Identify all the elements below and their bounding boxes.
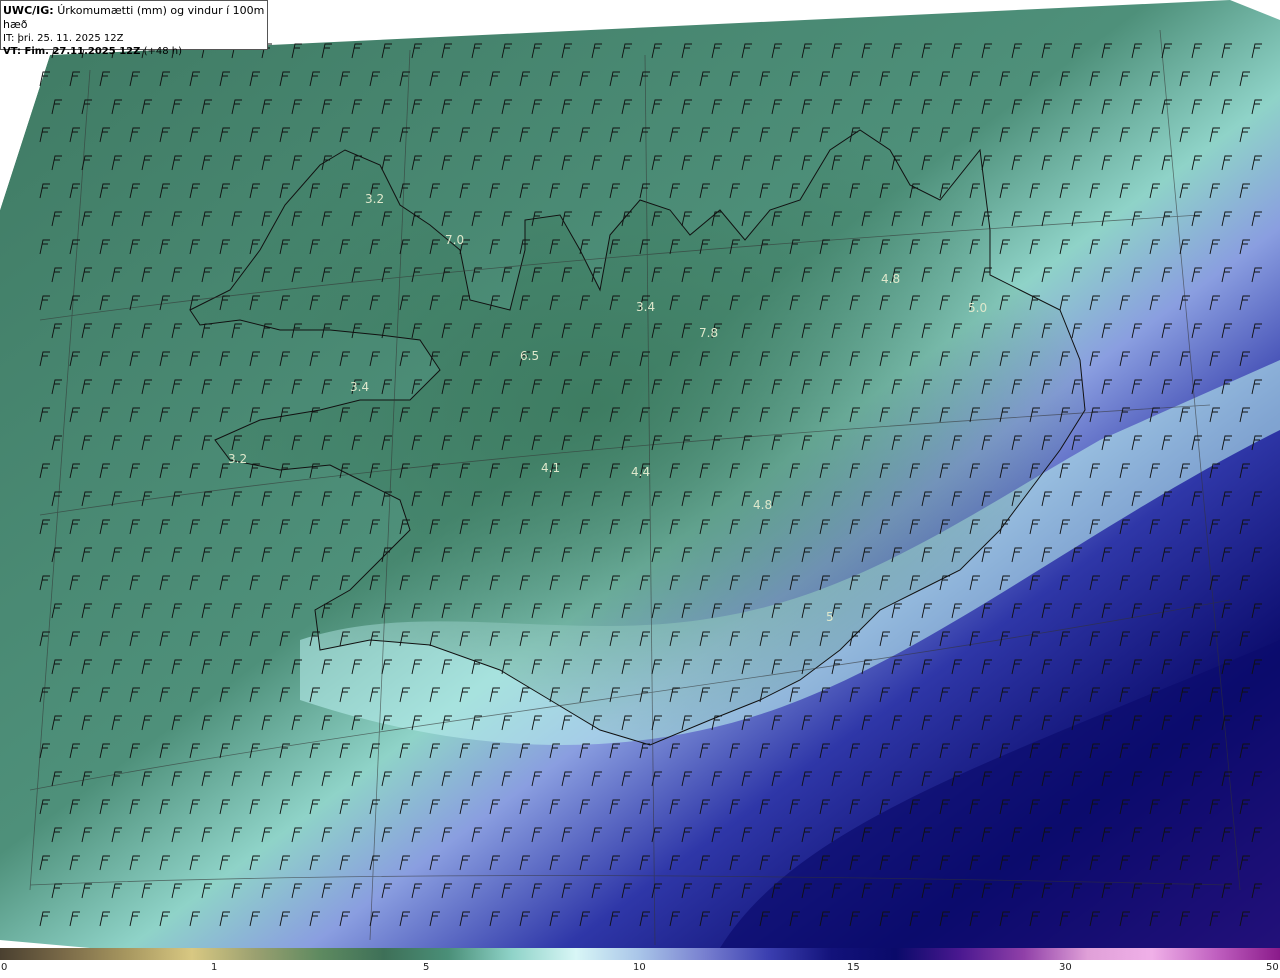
colorbar-tick: 30: [1059, 962, 1072, 973]
colorbar: [0, 948, 1280, 960]
colorbar-tick: 15: [847, 962, 860, 973]
issue-time: IT: þri. 25. 11. 2025 12Z: [3, 33, 124, 44]
value-label: 7.8: [699, 326, 718, 340]
value-label: 3.4: [350, 380, 369, 394]
value-label: 4.4: [631, 465, 650, 479]
colorbar-tick: 1: [211, 962, 218, 973]
value-label: 7.0: [445, 233, 464, 247]
lead-time: (+48 h): [143, 46, 182, 57]
colorbar-tick: 10: [633, 962, 646, 973]
colorbar-tick: 0: [1, 962, 8, 973]
valid-time: VT: Fim. 27.11.2025 12Z: [3, 46, 141, 57]
value-label: 3.4: [636, 300, 655, 314]
precipitation-map: 3.2 7.0 3.4 7.8 4.8 5.0 6.5 3.4 3.2 4.1 …: [0, 0, 1280, 948]
colorbar-tick: 50: [1266, 962, 1279, 973]
value-label: 5.0: [968, 301, 987, 315]
value-label: 5: [826, 610, 834, 624]
map-header: UWC/IG: Úrkomumætti (mm) og vindur í 100…: [0, 0, 268, 57]
value-label: 3.2: [228, 452, 247, 466]
value-label: 4.8: [753, 498, 772, 512]
value-label: 4.8: [881, 272, 900, 286]
value-label: 6.5: [520, 349, 539, 363]
colorbar-ticks: 0 1 5 10 15 30 50: [0, 962, 1280, 978]
colorbar-tick: 5: [423, 962, 430, 973]
value-label: 4.1: [541, 461, 560, 475]
model-name: UWC/IG:: [3, 4, 54, 17]
value-label: 3.2: [365, 192, 384, 206]
